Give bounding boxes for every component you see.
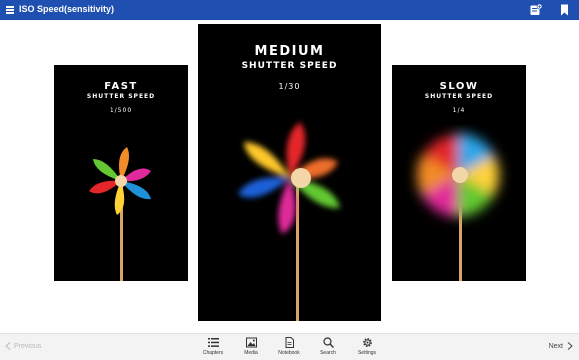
nav-media[interactable]: Media [235, 337, 267, 356]
search-icon [322, 337, 334, 348]
next-label: Next [548, 342, 563, 350]
panel-subtitle: SHUTTER SPEED [241, 61, 338, 71]
slow-shutter-panel: SLOW SHUTTER SPEED 1/4 [392, 65, 526, 281]
nav-notebook-label: Notebook [278, 350, 300, 356]
pinwheel-blurred-image [238, 122, 340, 321]
panel-value: 1/4 [452, 107, 466, 114]
nav-chapters-label: Chapters [202, 350, 224, 356]
pinwheel-sharp-image [89, 147, 151, 281]
add-note-icon[interactable] [530, 4, 542, 16]
list-icon [207, 338, 219, 347]
menu-icon[interactable] [6, 6, 14, 14]
medium-shutter-panel: MEDIUM SHUTTER SPEED 1/30 [198, 24, 381, 321]
pinwheel-motion-blur-image [416, 133, 500, 281]
panel-value: 1/500 [109, 107, 133, 114]
fast-shutter-panel: FAST SHUTTER SPEED 1/500 [54, 65, 188, 281]
previous-button[interactable]: Previous [5, 342, 41, 350]
panel-title: SLOW [439, 81, 479, 92]
image-icon [245, 337, 257, 348]
nav-notebook[interactable]: Notebook [273, 337, 305, 356]
bottom-toolbar: Previous Chapters Media Notebook Search [0, 333, 579, 360]
panel-title: MEDIUM [254, 44, 325, 59]
app-header: ISO Speed(sensitivity) [0, 0, 579, 20]
bookmark-icon[interactable] [560, 4, 569, 16]
nav-settings-label: Settings [357, 350, 377, 356]
page-title: ISO Speed(sensitivity) [19, 4, 115, 14]
nav-search-label: Search [320, 350, 336, 356]
next-button[interactable]: Next [549, 342, 573, 350]
nav-settings[interactable]: Settings [351, 337, 383, 356]
nav-media-label: Media [244, 350, 258, 356]
chevron-left-icon [5, 342, 11, 350]
nav-chapters[interactable]: Chapters [197, 337, 229, 356]
panel-title: FAST [104, 81, 138, 92]
panel-subtitle: SHUTTER SPEED [86, 93, 156, 100]
chevron-right-icon [567, 342, 573, 350]
gear-icon [362, 338, 372, 347]
nav-search[interactable]: Search [312, 337, 344, 356]
panel-subtitle: SHUTTER SPEED [424, 93, 494, 100]
panel-value: 1/30 [278, 82, 301, 91]
previous-label: Previous [14, 342, 42, 350]
notebook-icon [285, 337, 294, 348]
